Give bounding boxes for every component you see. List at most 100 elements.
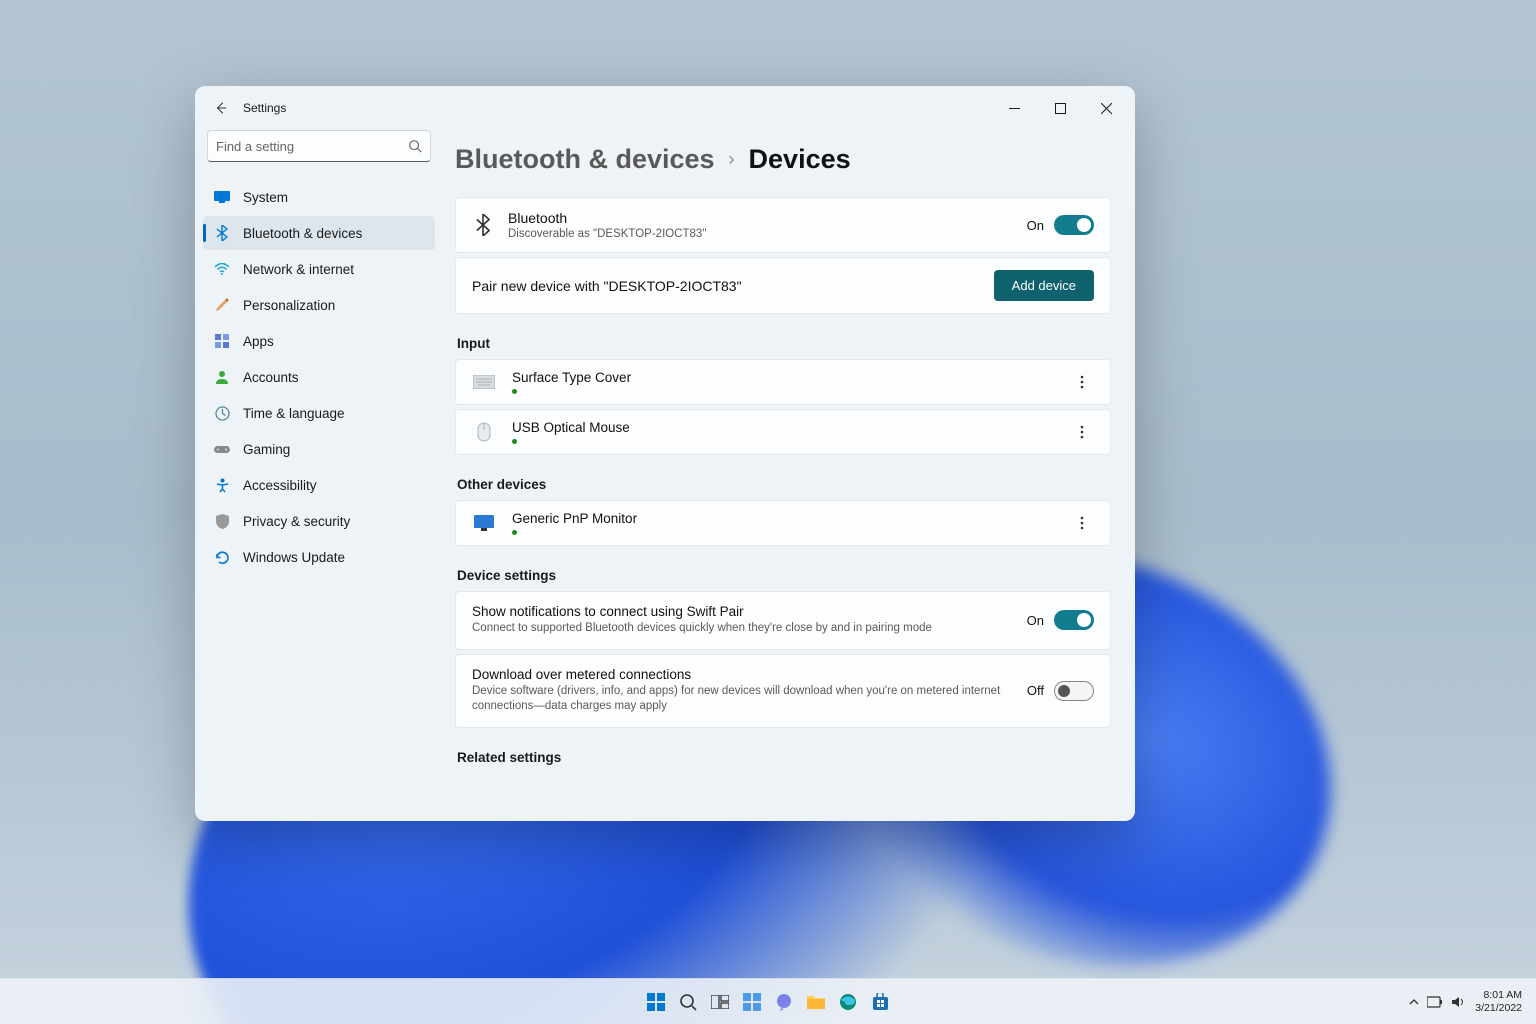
maximize-icon [1055,103,1066,114]
bluetooth-card: Bluetooth Discoverable as "DESKTOP-2IOCT… [455,197,1111,253]
section-other: Other devices [457,477,1111,492]
sidebar-item-network[interactable]: Network & internet [203,252,435,286]
keyboard-icon [472,370,496,394]
device-name: Surface Type Cover [512,370,1070,385]
sidebar-item-apps[interactable]: Apps [203,324,435,358]
sidebar-item-label: Bluetooth & devices [243,226,362,241]
search-input[interactable] [216,139,408,154]
taskbar-center [643,989,893,1015]
sidebar-item-accounts[interactable]: Accounts [203,360,435,394]
bluetooth-icon [472,214,494,236]
system-tray[interactable] [1409,996,1465,1008]
device-row[interactable]: USB Optical Mouse [455,409,1111,455]
setting-state-label: On [1027,613,1044,628]
device-row[interactable]: Surface Type Cover [455,359,1111,405]
taskbar-clock[interactable]: 8:01 AM 3/21/2022 [1475,989,1522,1013]
setting-title: Download over metered connections [472,667,1007,682]
mouse-icon [472,420,496,444]
bluetooth-subtitle: Discoverable as "DESKTOP-2IOCT83" [508,228,1027,240]
swift-pair-setting: Show notifications to connect using Swif… [455,591,1111,650]
more-button[interactable] [1070,511,1094,535]
chat-button[interactable] [771,989,797,1015]
back-button[interactable] [207,94,235,122]
breadcrumb-parent[interactable]: Bluetooth & devices [455,144,715,175]
store-button[interactable] [867,989,893,1015]
windows-icon [647,993,665,1011]
battery-icon [1427,996,1443,1008]
apps-icon [213,332,231,350]
bluetooth-toggle[interactable] [1054,215,1094,235]
file-explorer-button[interactable] [803,989,829,1015]
add-device-button[interactable]: Add device [994,270,1094,301]
sidebar-item-privacy[interactable]: Privacy & security [203,504,435,538]
minimize-button[interactable] [991,92,1037,124]
sidebar-item-label: Time & language [243,406,345,421]
edge-button[interactable] [835,989,861,1015]
sidebar-item-label: Gaming [243,442,290,457]
more-vertical-icon [1080,516,1084,530]
sidebar-item-label: Windows Update [243,550,345,565]
more-button[interactable] [1070,420,1094,444]
swift-pair-toggle[interactable] [1054,610,1094,630]
sidebar-item-label: System [243,190,288,205]
settings-window: Settings System [195,86,1135,821]
chevron-up-icon [1409,997,1419,1007]
volume-icon [1451,996,1465,1008]
close-icon [1101,103,1112,114]
sidebar-item-system[interactable]: System [203,180,435,214]
chat-icon [775,993,793,1011]
taskbar-date: 3/21/2022 [1475,1002,1522,1014]
search-box[interactable] [207,130,431,162]
window-title: Settings [243,101,286,115]
device-row[interactable]: Generic PnP Monitor [455,500,1111,546]
more-button[interactable] [1070,370,1094,394]
setting-subtitle: Device software (drivers, info, and apps… [472,684,1007,715]
sidebar-item-label: Accounts [243,370,299,385]
minimize-icon [1009,103,1020,114]
sidebar-item-time-language[interactable]: Time & language [203,396,435,430]
taskbar-right: 8:01 AM 3/21/2022 [1409,989,1536,1013]
device-name: Generic PnP Monitor [512,511,1070,526]
person-icon [213,368,231,386]
widgets-button[interactable] [739,989,765,1015]
widgets-icon [743,993,761,1011]
close-button[interactable] [1083,92,1129,124]
status-dot [512,439,517,444]
task-view-button[interactable] [707,989,733,1015]
update-icon [213,548,231,566]
nav-list: System Bluetooth & devices Network & int… [203,180,435,574]
pair-card: Pair new device with "DESKTOP-2IOCT83" A… [455,257,1111,314]
start-button[interactable] [643,989,669,1015]
breadcrumb-current: Devices [749,144,851,175]
search-button[interactable] [675,989,701,1015]
sidebar-item-personalization[interactable]: Personalization [203,288,435,322]
search-icon [408,139,422,153]
window-controls [991,92,1129,124]
setting-title: Show notifications to connect using Swif… [472,604,1007,619]
bluetooth-state-label: On [1027,218,1044,233]
sidebar: System Bluetooth & devices Network & int… [195,130,443,821]
status-dot [512,530,517,535]
metered-setting: Download over metered connections Device… [455,654,1111,728]
task-view-icon [711,995,729,1009]
store-icon [872,993,889,1010]
titlebar: Settings [195,86,1135,130]
sidebar-item-gaming[interactable]: Gaming [203,432,435,466]
maximize-button[interactable] [1037,92,1083,124]
setting-state-label: Off [1027,683,1044,698]
setting-subtitle: Connect to supported Bluetooth devices q… [472,621,1007,637]
sidebar-item-label: Privacy & security [243,514,350,529]
paintbrush-icon [213,296,231,314]
main-content: Bluetooth & devices › Devices Bluetooth … [443,130,1135,821]
sidebar-item-windows-update[interactable]: Windows Update [203,540,435,574]
wifi-icon [213,260,231,278]
more-vertical-icon [1080,425,1084,439]
chevron-right-icon: › [729,149,735,170]
sidebar-item-accessibility[interactable]: Accessibility [203,468,435,502]
metered-toggle[interactable] [1054,681,1094,701]
status-dot [512,389,517,394]
breadcrumb: Bluetooth & devices › Devices [455,144,1111,175]
shield-icon [213,512,231,530]
gamepad-icon [213,440,231,458]
sidebar-item-bluetooth-devices[interactable]: Bluetooth & devices [203,216,435,250]
